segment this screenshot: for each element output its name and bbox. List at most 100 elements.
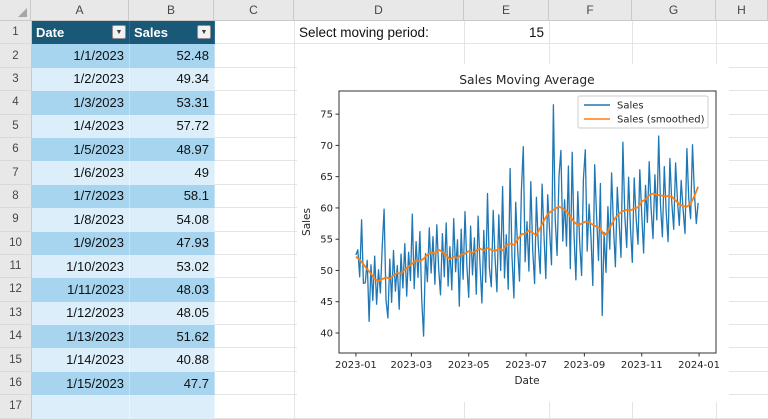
table-cell-date[interactable]: 1/5/2023 <box>32 138 130 161</box>
row-number-2[interactable]: 2 <box>0 44 32 67</box>
column-header-E[interactable]: E <box>464 0 549 20</box>
table-cell-date[interactable]: 1/13/2023 <box>32 325 130 348</box>
x-axis-ticks: 2023-012023-032023-052023-072023-092023-… <box>335 353 720 371</box>
row-number-13[interactable]: 13 <box>0 302 32 325</box>
moving-period-label-cell[interactable]: Select moving period: <box>295 21 465 44</box>
row-number-12[interactable]: 12 <box>0 278 32 301</box>
column-header-C[interactable]: C <box>214 0 294 20</box>
row-number-8[interactable]: 8 <box>0 185 32 208</box>
table-cell-date[interactable]: 1/9/2023 <box>32 232 130 255</box>
x-tick-label: 2023-01 <box>335 360 377 371</box>
row-number-3[interactable]: 3 <box>0 68 32 91</box>
row-number-7[interactable]: 7 <box>0 161 32 184</box>
table-cell-sales[interactable]: 53.02 <box>130 255 215 278</box>
table-header-sales[interactable]: Sales▼ <box>130 21 215 44</box>
cell-C11[interactable] <box>215 255 295 278</box>
legend-smoothed-label: Sales (smoothed) <box>617 115 705 126</box>
cell-F1[interactable] <box>550 21 633 44</box>
cell-C8[interactable] <box>215 185 295 208</box>
column-header-H[interactable]: H <box>716 0 768 20</box>
table-cell-date[interactable]: 1/10/2023 <box>32 255 130 278</box>
cell-C9[interactable] <box>215 208 295 231</box>
table-cell-date[interactable]: 1/8/2023 <box>32 208 130 231</box>
date-filter-button[interactable]: ▼ <box>112 25 126 39</box>
y-tick-label: 65 <box>320 172 333 183</box>
table-cell-date[interactable]: 1/3/2023 <box>32 91 130 114</box>
y-tick-label: 75 <box>320 110 333 121</box>
row-number-16[interactable]: 16 <box>0 372 32 395</box>
row-number-4[interactable]: 4 <box>0 91 32 114</box>
table-cell-date[interactable]: 1/11/2023 <box>32 278 130 301</box>
table-cell-sales[interactable]: 51.62 <box>130 325 215 348</box>
cell-C4[interactable] <box>215 91 295 114</box>
table-cell-sales[interactable]: 48.05 <box>130 302 215 325</box>
column-header-G[interactable]: G <box>632 0 716 20</box>
select-all-corner[interactable] <box>0 0 31 20</box>
table-cell-sales[interactable]: 47.7 <box>130 372 215 395</box>
legend: Sales Sales (smoothed) <box>578 96 708 128</box>
row-number-10[interactable]: 10 <box>0 232 32 255</box>
column-header-A[interactable]: A <box>31 0 129 20</box>
table-cell-date[interactable]: 1/15/2023 <box>32 372 130 395</box>
table-cell-date[interactable]: 1/6/2023 <box>32 161 130 184</box>
table-cell-date[interactable]: 1/12/2023 <box>32 302 130 325</box>
cell-C14[interactable] <box>215 325 295 348</box>
table-cell-date[interactable]: 1/7/2023 <box>32 185 130 208</box>
cell-C13[interactable] <box>215 302 295 325</box>
cell-C3[interactable] <box>215 68 295 91</box>
y-tick-label: 45 <box>320 297 333 308</box>
sales-chart: Sales Moving Average Sales Date 40455055… <box>297 64 729 402</box>
cell-C2[interactable] <box>215 44 295 67</box>
row-number-17[interactable]: 17 <box>0 395 32 418</box>
y-tick-label: 60 <box>320 203 333 214</box>
cell-C1[interactable] <box>215 21 295 44</box>
row-number-5[interactable]: 5 <box>0 115 32 138</box>
table-cell-date[interactable] <box>32 395 130 418</box>
row-number-15[interactable]: 15 <box>0 348 32 371</box>
cell-C7[interactable] <box>215 161 295 184</box>
table-cell-date[interactable]: 1/1/2023 <box>32 44 130 67</box>
chart-figure[interactable]: Sales Moving Average Sales Date 40455055… <box>297 64 729 402</box>
table-cell-sales[interactable]: 48.03 <box>130 278 215 301</box>
cell-C10[interactable] <box>215 232 295 255</box>
table-header-date[interactable]: Date▼ <box>32 21 130 44</box>
x-tick-label: 2023-07 <box>505 360 547 371</box>
cell-C6[interactable] <box>215 138 295 161</box>
table-cell-sales[interactable]: 47.93 <box>130 232 215 255</box>
row-number-14[interactable]: 14 <box>0 325 32 348</box>
row-number-6[interactable]: 6 <box>0 138 32 161</box>
table-cell-sales[interactable]: 49.34 <box>130 68 215 91</box>
table-cell-sales[interactable]: 52.48 <box>130 44 215 67</box>
cell-C17[interactable] <box>215 395 295 418</box>
sales-filter-button[interactable]: ▼ <box>197 25 211 39</box>
column-header-B[interactable]: B <box>129 0 214 20</box>
table-cell-sales[interactable]: 53.31 <box>130 91 215 114</box>
column-header-strip: ABCDEFGH <box>0 0 768 21</box>
table-cell-date[interactable]: 1/4/2023 <box>32 115 130 138</box>
x-tick-label: 2023-03 <box>390 360 432 371</box>
moving-period-value-cell[interactable]: 15 <box>465 21 550 44</box>
table-cell-sales[interactable]: 40.88 <box>130 348 215 371</box>
x-tick-label: 2023-05 <box>448 360 490 371</box>
table-cell-sales[interactable] <box>130 395 215 418</box>
column-header-D[interactable]: D <box>294 0 464 20</box>
row-number-1[interactable]: 1 <box>0 21 32 44</box>
cell-H1[interactable] <box>717 21 768 44</box>
table-cell-sales[interactable]: 54.08 <box>130 208 215 231</box>
cell-C15[interactable] <box>215 348 295 371</box>
cell-C16[interactable] <box>215 372 295 395</box>
cell-C5[interactable] <box>215 115 295 138</box>
table-cell-sales[interactable]: 58.1 <box>130 185 215 208</box>
y-tick-label: 40 <box>320 328 333 339</box>
table-cell-date[interactable]: 1/14/2023 <box>32 348 130 371</box>
table-cell-sales[interactable]: 57.72 <box>130 115 215 138</box>
legend-sales-label: Sales <box>617 101 644 112</box>
row-number-11[interactable]: 11 <box>0 255 32 278</box>
row-number-9[interactable]: 9 <box>0 208 32 231</box>
table-cell-sales[interactable]: 49 <box>130 161 215 184</box>
cell-C12[interactable] <box>215 278 295 301</box>
table-cell-date[interactable]: 1/2/2023 <box>32 68 130 91</box>
table-cell-sales[interactable]: 48.97 <box>130 138 215 161</box>
column-header-F[interactable]: F <box>549 0 632 20</box>
cell-G1[interactable] <box>633 21 717 44</box>
